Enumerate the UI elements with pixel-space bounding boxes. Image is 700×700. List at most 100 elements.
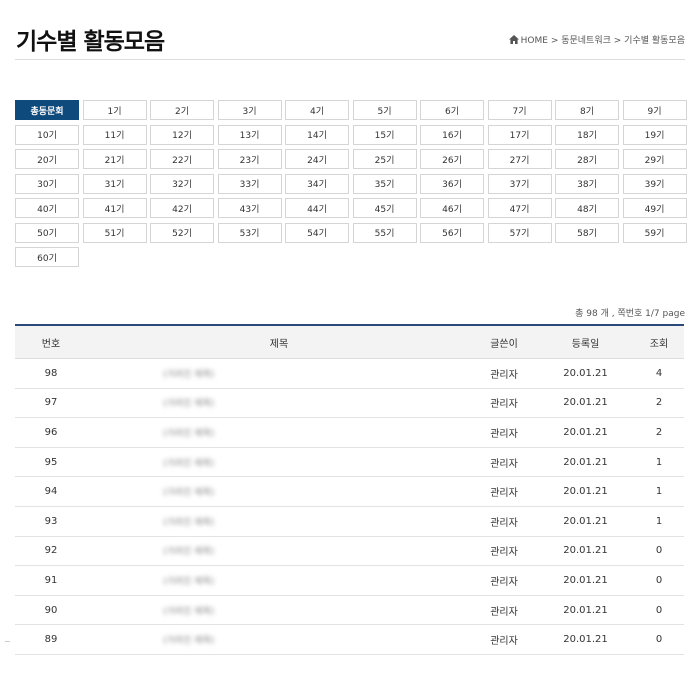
generation-button-58[interactable]: 58기 bbox=[555, 222, 619, 243]
post-date: 20.01.21 bbox=[537, 565, 634, 596]
post-title-link[interactable]: (가려진 제목) bbox=[163, 426, 214, 439]
generation-button-17[interactable]: 17기 bbox=[487, 124, 552, 145]
post-title-link[interactable]: (가려진 제목) bbox=[163, 604, 214, 617]
generation-button-16[interactable]: 16기 bbox=[420, 124, 484, 145]
generation-button-26[interactable]: 26기 bbox=[420, 149, 484, 169]
generation-button-27[interactable]: 27기 bbox=[487, 149, 552, 169]
table-row[interactable]: 92 (가려진 제목) 관리자 20.01.21 0 bbox=[15, 536, 684, 567]
generation-button-2[interactable]: 2기 bbox=[150, 100, 214, 120]
generation-button-33[interactable]: 33기 bbox=[217, 173, 282, 194]
post-title-link[interactable]: (가려진 제목) bbox=[163, 367, 214, 380]
generation-button-10[interactable]: 10기 bbox=[15, 124, 79, 145]
post-title-link[interactable]: (가려진 제목) bbox=[163, 633, 214, 646]
generation-button-57[interactable]: 57기 bbox=[487, 222, 552, 243]
generation-button-12[interactable]: 12기 bbox=[150, 124, 214, 145]
generation-button-4[interactable]: 4기 bbox=[285, 100, 349, 120]
post-number: 90 bbox=[15, 595, 87, 626]
generation-button-43[interactable]: 43기 bbox=[217, 198, 282, 218]
generation-grid: 총동문회 1기 2기 3기 4기 5기 6기 7기 8기 9기 10기 11기 12기 13기 14기 15기… bbox=[15, 100, 687, 267]
breadcrumb-alumni-network[interactable]: 동문네트워크 bbox=[561, 36, 611, 46]
generation-button-53[interactable]: 53기 bbox=[217, 222, 282, 243]
post-title-cell: (가려진 제목) bbox=[87, 417, 471, 448]
generation-button-25[interactable]: 25기 bbox=[352, 149, 417, 169]
generation-button-all[interactable]: 총동문회 bbox=[15, 100, 79, 120]
generation-button-36[interactable]: 36기 bbox=[420, 173, 484, 194]
generation-button-19[interactable]: 19기 bbox=[622, 124, 687, 145]
generation-button-5[interactable]: 5기 bbox=[352, 100, 417, 120]
post-date: 20.01.21 bbox=[537, 476, 634, 507]
generation-button-3[interactable]: 3기 bbox=[217, 100, 282, 120]
generation-button-48[interactable]: 48기 bbox=[555, 198, 619, 218]
generation-button-37[interactable]: 37기 bbox=[487, 173, 552, 194]
generation-button-23[interactable]: 23기 bbox=[217, 149, 282, 169]
generation-button-31[interactable]: 31기 bbox=[82, 173, 147, 194]
generation-button-14[interactable]: 14기 bbox=[285, 124, 349, 145]
generation-button-60[interactable]: 60기 bbox=[15, 247, 79, 267]
generation-button-8[interactable]: 8기 bbox=[555, 100, 619, 120]
generation-button-34[interactable]: 34기 bbox=[285, 173, 349, 194]
post-author: 관리자 bbox=[471, 358, 537, 389]
generation-button-56[interactable]: 56기 bbox=[420, 222, 484, 243]
generation-button-11[interactable]: 11기 bbox=[82, 124, 147, 145]
generation-button-40[interactable]: 40기 bbox=[15, 198, 79, 218]
generation-button-1[interactable]: 1기 bbox=[82, 100, 147, 120]
post-title-link[interactable]: (가려진 제목) bbox=[163, 515, 214, 528]
post-title-link[interactable]: (가려진 제목) bbox=[163, 574, 214, 587]
generation-button-32[interactable]: 32기 bbox=[150, 173, 214, 194]
generation-button-45[interactable]: 45기 bbox=[352, 198, 417, 218]
generation-button-35[interactable]: 35기 bbox=[352, 173, 417, 194]
column-number: 번호 bbox=[15, 325, 87, 359]
generation-button-13[interactable]: 13기 bbox=[217, 124, 282, 145]
generation-button-59[interactable]: 59기 bbox=[622, 222, 687, 243]
post-author: 관리자 bbox=[471, 447, 537, 478]
generation-button-47[interactable]: 47기 bbox=[487, 198, 552, 218]
post-title-link[interactable]: (가려진 제목) bbox=[163, 456, 214, 469]
generation-button-24[interactable]: 24기 bbox=[285, 149, 349, 169]
generation-button-44[interactable]: 44기 bbox=[285, 198, 349, 218]
post-title-link[interactable]: (가려진 제목) bbox=[163, 544, 214, 557]
post-author: 관리자 bbox=[471, 565, 537, 596]
generation-button-39[interactable]: 39기 bbox=[622, 173, 687, 194]
table-row[interactable]: 97 (가려진 제목) 관리자 20.01.21 2 bbox=[15, 388, 684, 419]
generation-button-38[interactable]: 38기 bbox=[555, 173, 619, 194]
table-row[interactable]: 94 (가려진 제목) 관리자 20.01.21 1 bbox=[15, 476, 684, 507]
generation-button-7[interactable]: 7기 bbox=[487, 100, 552, 120]
generation-button-15[interactable]: 15기 bbox=[352, 124, 417, 145]
generation-button-18[interactable]: 18기 bbox=[555, 124, 619, 145]
generation-button-22[interactable]: 22기 bbox=[150, 149, 214, 169]
table-row[interactable]: 98 (가려진 제목) 관리자 20.01.21 4 bbox=[15, 358, 684, 389]
generation-button-52[interactable]: 52기 bbox=[150, 222, 214, 243]
generation-button-41[interactable]: 41기 bbox=[82, 198, 147, 218]
post-title-link[interactable]: (가려진 제목) bbox=[163, 485, 214, 498]
breadcrumb-home[interactable]: HOME bbox=[521, 36, 548, 46]
table-row[interactable]: 90 (가려진 제목) 관리자 20.01.21 0 bbox=[15, 595, 684, 626]
post-views: 1 bbox=[634, 447, 684, 478]
table-row[interactable]: 96 (가려진 제목) 관리자 20.01.21 2 bbox=[15, 417, 684, 448]
table-row[interactable]: 89 (가려진 제목) 관리자 20.01.21 0 bbox=[15, 624, 684, 655]
table-row[interactable]: 95 (가려진 제목) 관리자 20.01.21 1 bbox=[15, 447, 684, 478]
post-title-link[interactable]: (가려진 제목) bbox=[163, 396, 214, 409]
generation-button-49[interactable]: 49기 bbox=[622, 198, 687, 218]
generation-button-54[interactable]: 54기 bbox=[285, 222, 349, 243]
generation-button-42[interactable]: 42기 bbox=[150, 198, 214, 218]
page-title: 기수별 활동모음 bbox=[16, 29, 165, 55]
generation-button-21[interactable]: 21기 bbox=[82, 149, 147, 169]
generation-button-6[interactable]: 6기 bbox=[420, 100, 484, 120]
post-number: 95 bbox=[15, 447, 87, 478]
generation-button-46[interactable]: 46기 bbox=[420, 198, 484, 218]
generation-button-51[interactable]: 51기 bbox=[82, 222, 147, 243]
generation-button-9[interactable]: 9기 bbox=[622, 100, 687, 120]
post-author: 관리자 bbox=[471, 417, 537, 448]
table-row[interactable]: 91 (가려진 제목) 관리자 20.01.21 0 bbox=[15, 565, 684, 596]
generation-button-55[interactable]: 55기 bbox=[352, 222, 417, 243]
generation-button-20[interactable]: 20기 bbox=[15, 149, 79, 169]
breadcrumb-separator: > bbox=[547, 36, 562, 46]
generation-button-50[interactable]: 50기 bbox=[15, 222, 79, 243]
generation-button-29[interactable]: 29기 bbox=[622, 149, 687, 169]
home-icon[interactable] bbox=[508, 35, 519, 47]
table-row[interactable]: 93 (가려진 제목) 관리자 20.01.21 1 bbox=[15, 506, 684, 537]
generation-button-30[interactable]: 30기 bbox=[15, 173, 79, 194]
generation-button-28[interactable]: 28기 bbox=[555, 149, 619, 169]
post-author: 관리자 bbox=[471, 506, 537, 537]
post-author: 관리자 bbox=[471, 595, 537, 626]
